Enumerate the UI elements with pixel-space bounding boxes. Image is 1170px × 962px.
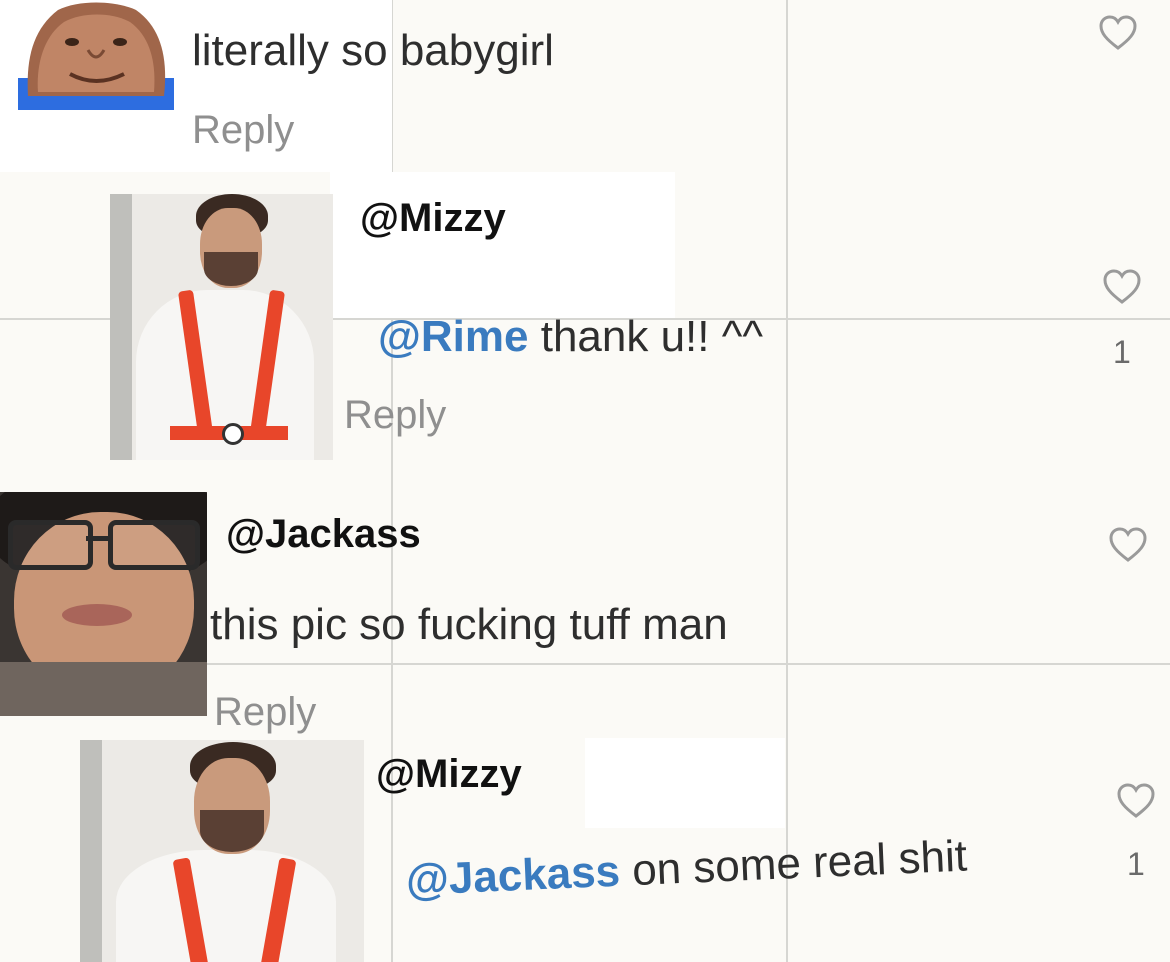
heart-outline-icon[interactable] bbox=[1098, 14, 1138, 54]
comment-handle[interactable]: @Mizzy bbox=[376, 752, 522, 797]
mention-link[interactable]: @Rime bbox=[378, 312, 529, 361]
avatar[interactable] bbox=[0, 492, 207, 716]
reply-button[interactable]: Reply bbox=[344, 393, 446, 438]
comment-text: thank u!! ^^ bbox=[528, 312, 764, 361]
avatar[interactable] bbox=[110, 194, 333, 460]
avatar[interactable] bbox=[80, 740, 364, 962]
comment-text: this pic so fucking tuff man bbox=[210, 600, 728, 649]
heart-outline-icon[interactable] bbox=[1102, 268, 1142, 308]
like-count: 1 bbox=[1113, 334, 1131, 370]
like-count: 1 bbox=[1127, 846, 1145, 882]
comment-text: literally so babygirl bbox=[192, 26, 554, 75]
reply-button[interactable]: Reply bbox=[214, 690, 316, 735]
heart-outline-icon[interactable] bbox=[1108, 526, 1148, 566]
avatar[interactable] bbox=[18, 0, 174, 110]
panel bbox=[585, 738, 785, 828]
grid-line bbox=[786, 0, 788, 962]
comment-handle[interactable]: @Mizzy bbox=[360, 196, 506, 241]
heart-outline-icon[interactable] bbox=[1116, 782, 1156, 822]
cartoon-face-icon bbox=[18, 2, 174, 110]
reply-button[interactable]: Reply bbox=[192, 108, 294, 153]
comment-handle[interactable]: @Jackass bbox=[226, 512, 421, 557]
comment-text: on some real shit bbox=[618, 831, 968, 896]
panel bbox=[330, 172, 675, 318]
mention-link[interactable]: @Jackass bbox=[405, 847, 621, 905]
